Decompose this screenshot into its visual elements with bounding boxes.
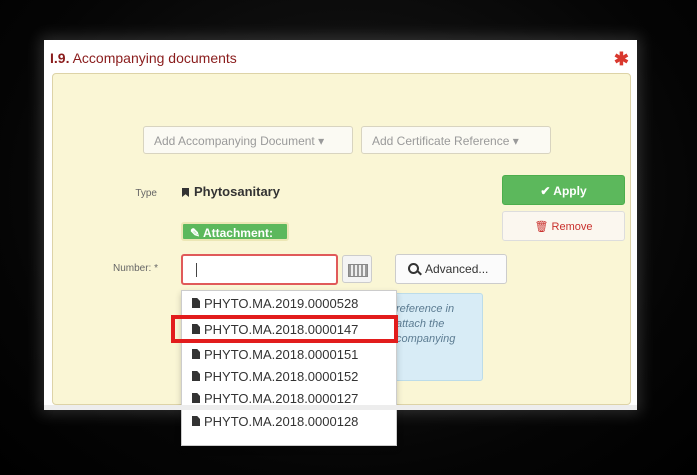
section-title: I.9. Accompanying documents — [50, 50, 237, 66]
search-icon — [408, 263, 419, 274]
dropdown-item[interactable]: PHYTO.MA.2018.0000128 — [182, 411, 396, 432]
dropdown-item[interactable]: PHYTO.MA.2019.0000528 — [182, 293, 396, 314]
info-line: companying — [396, 333, 456, 345]
keyboard-button[interactable] — [342, 255, 372, 283]
dropdown-item-label: PHYTO.MA.2018.0000128 — [204, 414, 359, 429]
accompanying-documents-panel: I.9. Accompanying documents ✱ Add Accomp… — [44, 40, 637, 446]
advanced-label: Advanced... — [425, 262, 489, 276]
document-icon — [192, 393, 200, 403]
screen-background: I.9. Accompanying documents ✱ Add Accomp… — [0, 0, 697, 475]
attachment-badge[interactable]: ✎ Attachment: — [181, 222, 289, 241]
type-label: Type — [135, 188, 157, 199]
info-box: reference in attach the companying — [391, 293, 483, 381]
dropdown-item-label: PHYTO.MA.2018.0000127 — [204, 391, 359, 406]
apply-button[interactable]: ✔ Apply — [502, 175, 625, 205]
document-icon — [192, 298, 200, 308]
dropdown-item-label: PHYTO.MA.2019.0000528 — [204, 296, 359, 311]
remove-button[interactable]: 🗑 Remove — [502, 211, 625, 241]
section-label: Accompanying documents — [72, 50, 237, 66]
advanced-search-button[interactable]: Advanced... — [395, 254, 507, 284]
add-certificate-reference-button[interactable]: Add Certificate Reference ▾ — [361, 126, 551, 154]
section-number: I.9. — [50, 50, 70, 66]
number-label: Number: * — [112, 263, 158, 274]
panel-header: I.9. Accompanying documents ✱ — [44, 40, 637, 76]
document-form: Add Accompanying Document ▾ Add Certific… — [52, 73, 631, 446]
bookmark-icon — [182, 188, 189, 197]
document-icon — [192, 416, 200, 426]
dropdown-item[interactable]: PHYTO.MA.2018.0000151 — [182, 344, 396, 365]
highlight-annotation — [171, 315, 398, 343]
keyboard-icon — [348, 264, 368, 277]
number-suggestions-dropdown: PHYTO.MA.2019.0000528 PHYTO.MA.2018.0000… — [181, 290, 397, 446]
info-line: attach the — [396, 318, 445, 330]
type-value-text: Phytosanitary — [194, 184, 280, 199]
required-icon: ✱ — [613, 49, 629, 69]
dropdown-item[interactable]: PHYTO.MA.2018.0000152 — [182, 366, 396, 387]
info-line: reference in — [396, 303, 455, 315]
panel-bottom-edge — [44, 405, 637, 410]
type-value: Phytosanitary — [182, 184, 280, 199]
number-input[interactable] — [181, 254, 338, 285]
text-caret — [196, 263, 197, 277]
dropdown-item-label: PHYTO.MA.2018.0000151 — [204, 347, 359, 362]
document-icon — [192, 349, 200, 359]
document-icon — [192, 371, 200, 381]
dropdown-item-label: PHYTO.MA.2018.0000152 — [204, 369, 359, 384]
add-accompanying-document-button[interactable]: Add Accompanying Document ▾ — [143, 126, 353, 154]
